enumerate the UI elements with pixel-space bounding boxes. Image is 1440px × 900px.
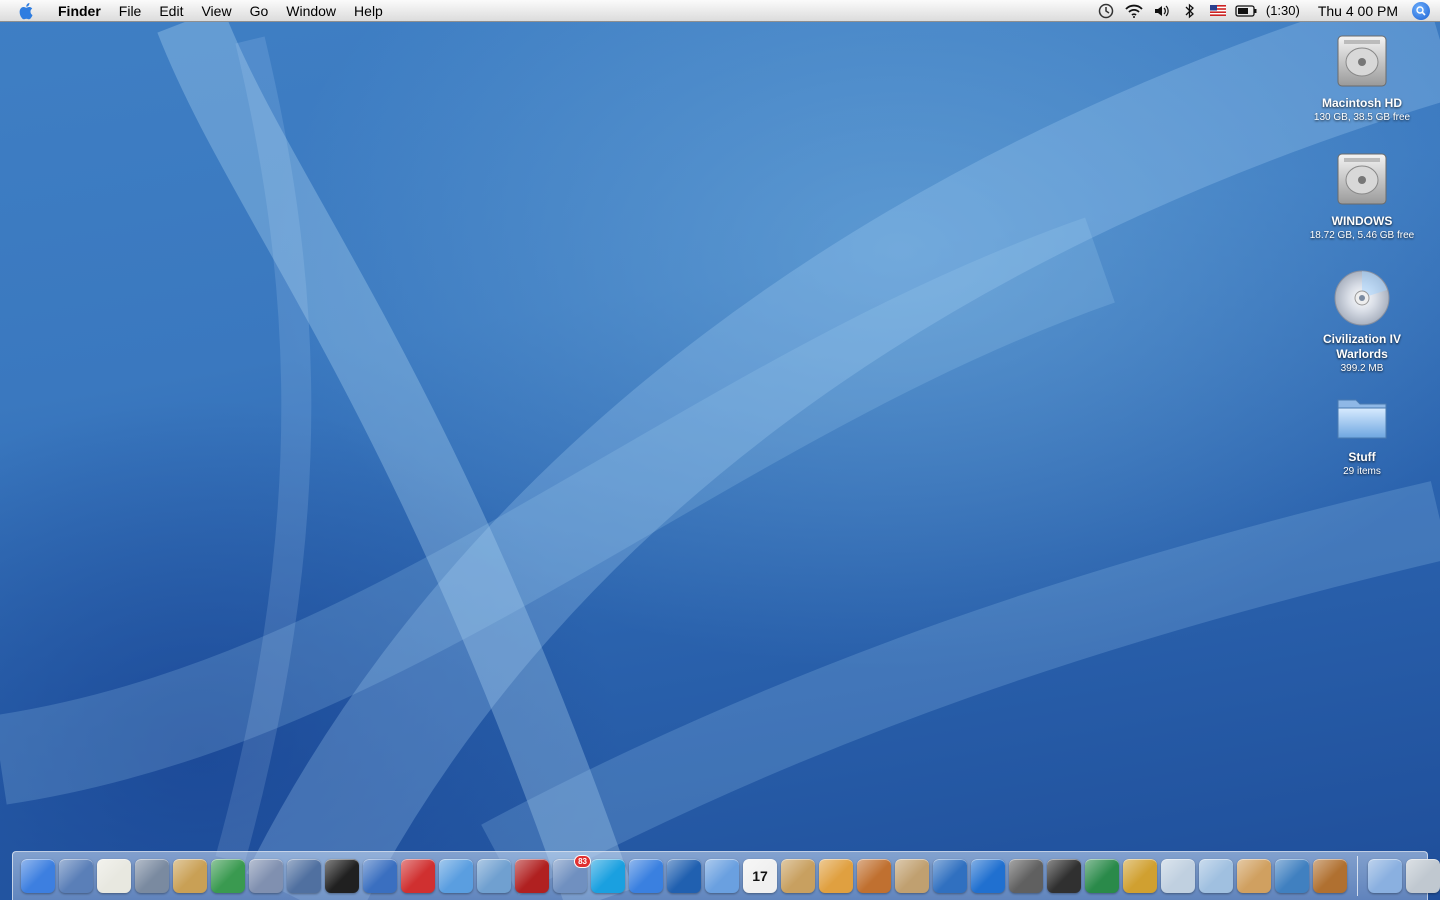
battery-time[interactable]: (1:30) — [1260, 3, 1306, 18]
dock: 83 17 — [12, 851, 1440, 900]
mail-badge: 83 — [574, 855, 591, 868]
documents-folder-icon[interactable] — [1368, 859, 1402, 893]
menu-help[interactable]: Help — [345, 0, 392, 22]
ichat-icon[interactable] — [629, 859, 663, 893]
menu-edit[interactable]: Edit — [150, 0, 192, 22]
desktop-item-name: WINDOWS — [1331, 214, 1393, 228]
soundtrack-icon[interactable] — [1085, 859, 1119, 893]
xcode-icon[interactable] — [59, 859, 93, 893]
ical-icon[interactable]: 17 — [743, 859, 777, 893]
desktop-item-name: Stuff — [1348, 450, 1376, 464]
script-editor-icon[interactable] — [135, 859, 169, 893]
aperture-icon[interactable] — [1123, 859, 1157, 893]
magnifier-icon[interactable] — [1199, 859, 1233, 893]
apple-menu-icon[interactable] — [18, 2, 36, 20]
desktop-wallpaper — [0, 0, 1440, 900]
desktop-item-stuff-folder[interactable]: Stuff 29 items — [1297, 386, 1427, 479]
desktop-item-info: 399.2 MB — [1340, 363, 1384, 374]
keynote-icon[interactable] — [173, 859, 207, 893]
iphoto-icon[interactable] — [819, 859, 853, 893]
menu-go[interactable]: Go — [241, 0, 278, 22]
photo-browser-icon[interactable] — [477, 859, 511, 893]
itunes-icon[interactable] — [705, 859, 739, 893]
preview-icon[interactable] — [287, 859, 321, 893]
folder-icon — [1332, 386, 1392, 446]
iweb-icon[interactable] — [933, 859, 967, 893]
imovie-icon[interactable] — [1047, 859, 1081, 893]
grapher-icon[interactable] — [211, 859, 245, 893]
bluetooth-icon[interactable] — [1179, 0, 1201, 22]
timemachine-icon[interactable] — [1095, 0, 1117, 22]
photo-booth-icon[interactable] — [1009, 859, 1043, 893]
hard-drive-icon — [1332, 150, 1392, 210]
cd-disc-icon — [1332, 268, 1392, 328]
ical-date: 17 — [752, 868, 768, 884]
desktop-item-info: 130 GB, 38.5 GB free — [1313, 112, 1411, 123]
dock-separator — [1357, 856, 1358, 896]
desktop-item-info: 18.72 GB, 5.46 GB free — [1309, 230, 1415, 241]
trash-icon[interactable] — [1406, 859, 1440, 893]
menu-bar: Finder File Edit View Go Window Help (1:… — [0, 0, 1440, 22]
battery-icon[interactable] — [1235, 0, 1257, 22]
dock-right — [1366, 859, 1440, 893]
desktop-item-macintosh-hd[interactable]: Macintosh HD 130 GB, 38.5 GB free — [1297, 32, 1427, 125]
volume-icon[interactable] — [1151, 0, 1173, 22]
desktop-item-info: 29 items — [1343, 466, 1381, 477]
google-earth-icon[interactable] — [667, 859, 701, 893]
mail-icon[interactable]: 83 — [553, 855, 591, 893]
desktop-item-windows[interactable]: WINDOWS 18.72 GB, 5.46 GB free — [1297, 150, 1427, 243]
photo-frame-icon[interactable] — [1161, 859, 1195, 893]
flashcard-icon[interactable] — [515, 859, 549, 893]
desktop-item-name: Macintosh HD — [1321, 96, 1402, 110]
stuffit-icon[interactable] — [1313, 859, 1347, 893]
desktop-item-civilization-disc[interactable]: Civilization IV Warlords 399.2 MB — [1297, 268, 1427, 376]
chess-icon[interactable] — [1237, 859, 1271, 893]
menu-view[interactable]: View — [192, 0, 240, 22]
hard-drive-icon — [1332, 32, 1392, 92]
dashboard-icon[interactable] — [895, 859, 929, 893]
menu-file[interactable]: File — [110, 0, 151, 22]
menu-window[interactable]: Window — [277, 0, 345, 22]
textedit-icon[interactable] — [97, 859, 131, 893]
menu-clock[interactable]: Thu 4 00 PM — [1306, 3, 1412, 19]
status-area: (1:30) Thu 4 00 PM — [1092, 0, 1440, 22]
wifi-icon[interactable] — [1123, 0, 1145, 22]
desktop-item-name: Civilization IV Warlords — [1322, 332, 1401, 361]
menu-app-name[interactable]: Finder — [50, 0, 110, 22]
mixer-icon[interactable] — [1275, 859, 1309, 893]
toolbox-icon[interactable] — [401, 859, 435, 893]
pages-icon[interactable] — [363, 859, 397, 893]
vmware-icon[interactable] — [249, 859, 283, 893]
us-flag-input-icon[interactable] — [1207, 0, 1229, 22]
skype-icon[interactable] — [591, 859, 625, 893]
garageband-icon[interactable] — [857, 859, 891, 893]
safari-icon[interactable] — [439, 859, 473, 893]
terminal-icon[interactable] — [325, 859, 359, 893]
dock-apps: 83 17 — [19, 855, 1349, 893]
dvd-player-icon[interactable] — [971, 859, 1005, 893]
spotlight-icon[interactable] — [1412, 1, 1430, 20]
address-book-icon[interactable] — [781, 859, 815, 893]
finder-icon[interactable] — [21, 859, 55, 893]
